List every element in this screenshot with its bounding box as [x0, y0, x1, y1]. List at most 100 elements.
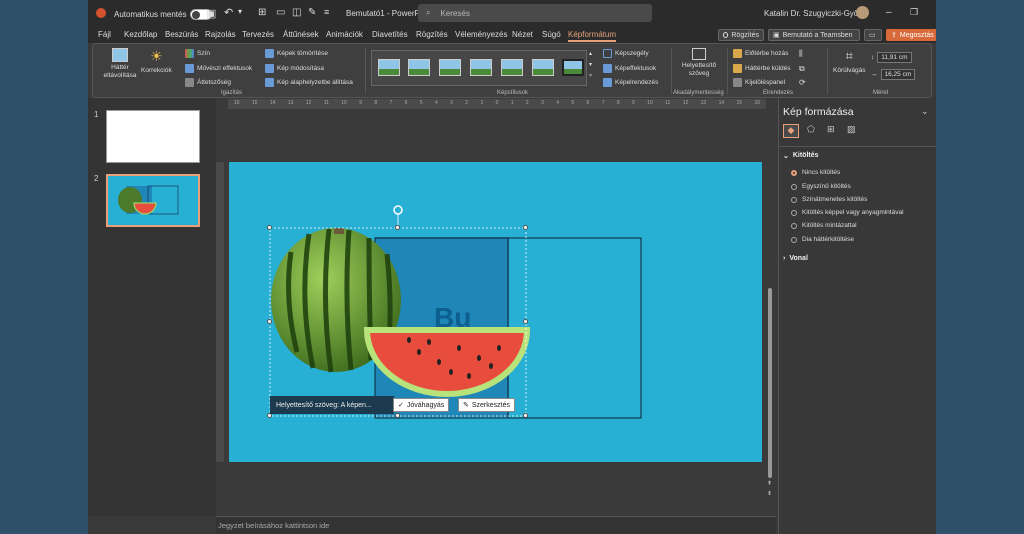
- undo-icon[interactable]: ↶: [224, 6, 233, 19]
- resize-handle[interactable]: [267, 225, 272, 230]
- resize-handle[interactable]: [395, 413, 400, 418]
- fill-section-header[interactable]: ⌄ Kitöltés: [783, 152, 819, 160]
- bring-forward-button[interactable]: Előtérbe hozás: [733, 49, 788, 58]
- search-box[interactable]: ⌕ Keresés: [418, 4, 652, 22]
- horizontal-ruler[interactable]: 16 15 14 13 12 11 10 9 8 7 6 5 4 3 2 1 0 1 2 3 4 5 6 7 8 9 10 11 12 1…: [228, 99, 766, 109]
- fill-option-solid[interactable]: Egyszínű kitöltés: [791, 183, 851, 190]
- transparency-button[interactable]: Áttetszőség: [185, 78, 231, 87]
- avatar[interactable]: [856, 6, 869, 19]
- width-field[interactable]: ↔ 16,25 cm: [871, 69, 916, 80]
- group-icon[interactable]: ⧉: [799, 64, 805, 74]
- fill-option-pattern[interactable]: Kitöltés mintázattal: [791, 222, 857, 229]
- resize-handle[interactable]: [395, 225, 400, 230]
- reset-picture-button[interactable]: Kép alaphelyzetbe állítása: [265, 78, 353, 87]
- tab-view[interactable]: Nézet: [512, 30, 533, 39]
- change-picture-button[interactable]: Kép módosítása: [265, 64, 324, 73]
- tab-file[interactable]: Fájl: [98, 30, 111, 39]
- fill-option-slide-background[interactable]: Dia háttérkitöltése: [791, 236, 854, 243]
- fill-option-gradient[interactable]: Színátmenetes kitöltés: [791, 196, 867, 203]
- scrollbar-thumb[interactable]: [768, 288, 772, 478]
- tab-picture-format[interactable]: Képformátum: [568, 30, 617, 42]
- resize-handle[interactable]: [267, 319, 272, 324]
- pen-icon[interactable]: ✎: [308, 7, 316, 18]
- rotate-icon[interactable]: ⟳: [799, 78, 806, 87]
- more-icon[interactable]: ▿: [589, 72, 592, 79]
- artistic-effects-button[interactable]: Művészi effektusok: [185, 64, 252, 73]
- present-in-teams-button[interactable]: ▣ Bemutató a Teamsben: [768, 29, 860, 41]
- size-properties-icon[interactable]: ⊞: [827, 124, 835, 135]
- restore-icon[interactable]: ❐: [910, 7, 918, 18]
- save-icon[interactable]: ▣: [206, 7, 216, 20]
- tab-slideshow[interactable]: Diavetítés: [372, 30, 408, 39]
- vertical-scrollbar[interactable]: ⇞ ⇟: [766, 118, 774, 498]
- tab-draw[interactable]: Rajzolás: [205, 30, 236, 39]
- comments-button[interactable]: ▭: [864, 29, 882, 41]
- share-button[interactable]: ⇪ Megosztás: [886, 29, 936, 41]
- minimize-icon[interactable]: –: [886, 7, 892, 18]
- tab-animations[interactable]: Animációk: [326, 30, 363, 39]
- tab-insert[interactable]: Beszúrás: [165, 30, 198, 39]
- slide-thumbnail-2[interactable]: [106, 174, 200, 227]
- notes-pane[interactable]: Jegyzet beírásához kattintson ide: [216, 516, 776, 534]
- vertical-ruler[interactable]: [216, 162, 224, 462]
- autosave-control[interactable]: Automatikus mentés: [114, 9, 213, 20]
- effects-icon[interactable]: ⬠: [807, 124, 815, 135]
- send-backward-button[interactable]: Háttérbe küldés: [733, 64, 791, 73]
- compress-pictures-button[interactable]: Képek tömörítése: [265, 49, 328, 58]
- picture-icon[interactable]: ▨: [847, 124, 856, 135]
- crop-button[interactable]: ⌗ Körülvágás: [833, 48, 866, 74]
- camera-icon[interactable]: ◫: [292, 7, 301, 18]
- chevron-down-icon[interactable]: ▾: [589, 61, 592, 68]
- alt-text-button[interactable]: Helyettesítő szöveg: [679, 48, 719, 78]
- undo-dropdown-icon[interactable]: ▾: [238, 7, 242, 16]
- tab-home[interactable]: Kezdőlap: [124, 30, 157, 39]
- resize-handle[interactable]: [523, 319, 528, 324]
- picture-border-button[interactable]: Képszegély: [603, 49, 649, 58]
- picture-style-3[interactable]: [439, 59, 461, 76]
- fill-option-picture-texture[interactable]: Kitöltés képpel vagy anyagmintával: [791, 209, 904, 216]
- tab-help[interactable]: Súgó: [542, 30, 561, 39]
- slide-thumbnail-1[interactable]: [106, 110, 200, 163]
- rotate-handle-icon[interactable]: [393, 205, 403, 215]
- radio[interactable]: [791, 196, 797, 203]
- tab-record[interactable]: Rögzítés: [416, 30, 448, 39]
- tab-transitions[interactable]: Áttűnések: [283, 30, 319, 39]
- corrections-button[interactable]: ☀ Korrekciók: [141, 48, 172, 74]
- edit-button[interactable]: ✎ Szerkesztés: [458, 398, 515, 412]
- radio[interactable]: [791, 183, 797, 190]
- chevron-down-icon[interactable]: ⌄: [921, 106, 929, 117]
- picture-layout-button[interactable]: Képelrendezés: [603, 78, 658, 87]
- radio-selected[interactable]: [791, 169, 797, 176]
- tab-design[interactable]: Tervezés: [242, 30, 274, 39]
- slide-canvas[interactable]: Bu Helyettesítő szöveg: A képen... ✓ Jóv…: [229, 162, 762, 462]
- picture-styles-gallery[interactable]: [371, 50, 587, 86]
- selection-pane-button[interactable]: Kijelöléspanel: [733, 78, 785, 87]
- line-section-header[interactable]: › Vonal: [783, 255, 808, 262]
- radio[interactable]: [791, 222, 797, 229]
- fill-line-icon[interactable]: ◆: [783, 124, 799, 138]
- fill-option-none[interactable]: Nincs kitöltés: [791, 169, 840, 176]
- picture-style-5[interactable]: [501, 59, 523, 76]
- picture-effects-button[interactable]: Képeffektusok: [603, 64, 656, 73]
- picture-style-2[interactable]: [408, 59, 430, 76]
- layout-icon[interactable]: ⊞: [258, 7, 266, 18]
- height-field[interactable]: ↕ 11,91 cm: [871, 52, 912, 63]
- align-icon[interactable]: ⫼: [799, 49, 803, 59]
- chevron-up-icon[interactable]: ▴: [589, 50, 592, 57]
- gallery-scroll[interactable]: ▴ ▾ ▿: [589, 50, 592, 79]
- picture-style-7[interactable]: [562, 59, 584, 76]
- next-slide-icon[interactable]: ⇟: [767, 490, 772, 497]
- tab-review[interactable]: Véleményezés: [455, 30, 507, 39]
- picture-style-6[interactable]: [532, 59, 554, 76]
- previous-slide-icon[interactable]: ⇞: [767, 480, 772, 487]
- user-name[interactable]: Katalin Dr. Szugyiczki-Győrfi: [764, 9, 865, 18]
- resize-handle[interactable]: [523, 413, 528, 418]
- record-button[interactable]: Rögzítés: [718, 29, 764, 41]
- customize-toolbar-icon[interactable]: ≡: [324, 7, 329, 17]
- radio[interactable]: [791, 236, 797, 243]
- approve-button[interactable]: ✓ Jóváhagyás: [393, 398, 450, 412]
- picture-style-4[interactable]: [470, 59, 492, 76]
- resize-handle[interactable]: [523, 225, 528, 230]
- folder-icon[interactable]: ▭: [276, 7, 285, 18]
- remove-background-button[interactable]: Háttér eltávolítása: [101, 48, 139, 80]
